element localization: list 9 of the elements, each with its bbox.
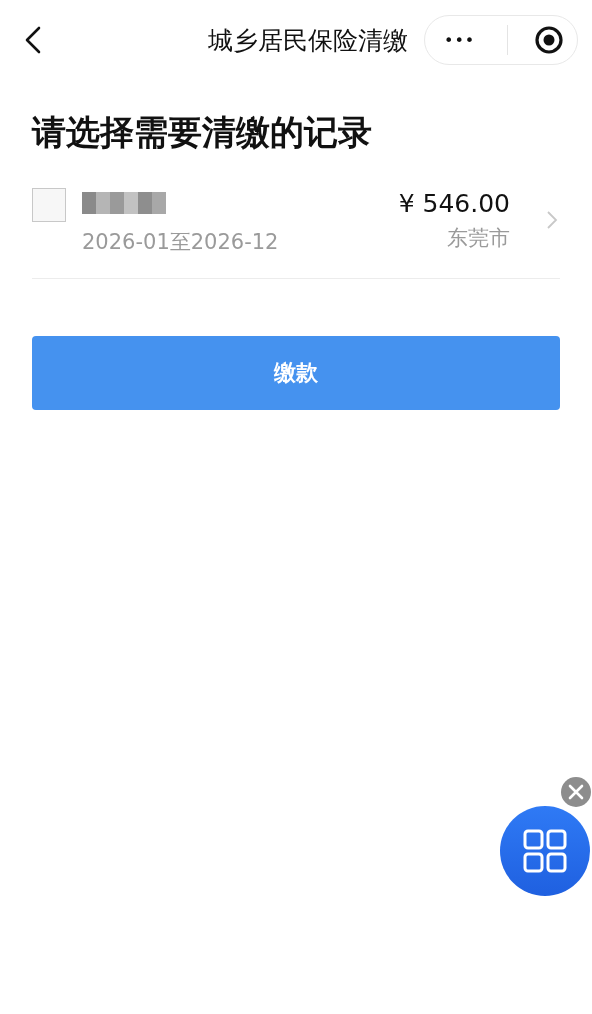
grid-icon[interactable] <box>500 806 590 896</box>
city-text: 东莞市 <box>447 224 510 252</box>
page-title: 城乡居民保险清缴 <box>208 24 408 57</box>
period-text: 2026-01至2026-12 <box>82 229 279 256</box>
checkbox[interactable] <box>32 188 66 222</box>
amount-text: ¥ 546.00 <box>398 188 510 218</box>
back-icon[interactable] <box>24 26 42 54</box>
section-heading: 请选择需要清缴的记录 <box>30 111 373 154</box>
more-button[interactable]: ••• <box>437 26 482 54</box>
